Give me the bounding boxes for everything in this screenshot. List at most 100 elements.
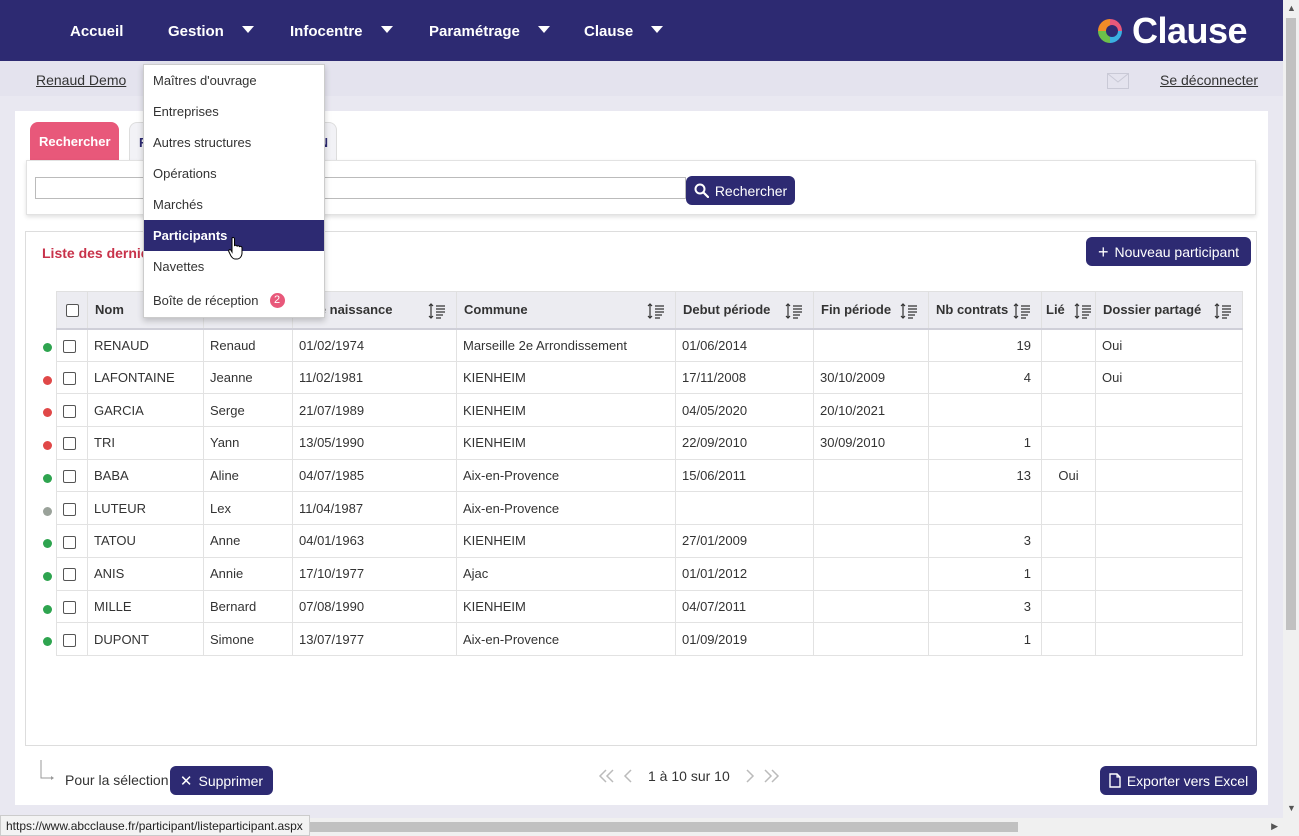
nav-clause[interactable]: Clause xyxy=(584,0,664,61)
nav-accueil[interactable]: Accueil xyxy=(70,0,123,61)
horizontal-scrollbar[interactable]: ▶ xyxy=(310,818,1283,836)
previous-page-icon[interactable] xyxy=(622,768,634,784)
table-row[interactable]: RENAUD Renaud 01/02/1974 Marseille 2e Arron… xyxy=(56,327,1243,362)
cell-naissance: 13/07/1977 xyxy=(292,622,457,656)
search-button[interactable]: Rechercher xyxy=(686,176,795,205)
scroll-right-icon[interactable]: ▶ xyxy=(1271,821,1278,832)
cell-nom: MILLE xyxy=(87,589,204,624)
cell-debut: 15/06/2011 xyxy=(675,458,814,493)
user-profile-link[interactable]: Renaud Demo xyxy=(36,72,126,88)
sort-icon[interactable] xyxy=(1074,302,1092,323)
col-header-dossier[interactable]: Dossier partagé xyxy=(1095,291,1243,329)
tab-rechercher[interactable]: Rechercher xyxy=(30,122,119,161)
cell-lie xyxy=(1041,360,1096,395)
mail-icon[interactable] xyxy=(1107,73,1129,89)
nav-gestion[interactable]: Gestion xyxy=(168,0,254,61)
pager-text: 1 à 10 sur 10 xyxy=(648,768,730,784)
cell-prenom: Jeanne xyxy=(203,360,293,395)
table-row[interactable]: TRI Yann 13/05/1990 KIENHEIM 22/09/2010 30/09… xyxy=(56,426,1243,460)
clause-logo[interactable]: Clause xyxy=(1094,10,1248,51)
cell-nb: 3 xyxy=(928,589,1042,624)
menu-item-boite-reception[interactable]: Boîte de réception 2 xyxy=(144,285,324,316)
cell-nb: 1 xyxy=(928,556,1042,591)
close-icon: ✕ xyxy=(179,772,193,790)
col-header-commune[interactable]: Commune xyxy=(456,291,676,329)
row-select-cell xyxy=(56,426,88,460)
row-checkbox[interactable] xyxy=(63,437,76,451)
cell-dossier xyxy=(1095,556,1243,591)
table-row[interactable]: GARCIA Serge 21/07/1989 KIENHEIM 04/05/2020 2… xyxy=(56,393,1243,428)
cell-lie xyxy=(1041,426,1096,460)
menu-item-maitres-ouvrage[interactable]: Maîtres d'ouvrage xyxy=(144,65,324,96)
column-label: Nb contrats xyxy=(936,302,1009,318)
new-participant-button[interactable]: + Nouveau participant xyxy=(1086,237,1251,266)
cell-nb: 3 xyxy=(928,524,1042,558)
vertical-scrollbar-thumb[interactable] xyxy=(1286,18,1296,630)
row-checkbox[interactable] xyxy=(63,470,76,484)
gestion-dropdown-menu: Maîtres d'ouvrage Entreprises Autres str… xyxy=(143,64,325,318)
sort-icon[interactable] xyxy=(785,302,803,323)
menu-item-marches[interactable]: Marchés xyxy=(144,189,324,220)
col-header-nb-contrats[interactable]: Nb contrats xyxy=(928,291,1042,329)
row-checkbox[interactable] xyxy=(63,535,76,549)
caret-down-icon xyxy=(651,25,664,33)
menu-item-label: Entreprises xyxy=(153,104,219,119)
row-checkbox[interactable] xyxy=(63,339,76,353)
table-row[interactable]: LUTEUR Lex 11/04/1987 Aix-en-Provence xyxy=(56,491,1243,526)
plus-icon: + xyxy=(1097,241,1109,262)
cell-nom: TRI xyxy=(87,426,204,460)
menu-item-autres-structures[interactable]: Autres structures xyxy=(144,127,324,158)
clause-logo-icon xyxy=(1098,19,1122,43)
status-dot xyxy=(43,571,52,581)
logo-text: Clause xyxy=(1132,10,1248,51)
col-header-lie[interactable]: Lié xyxy=(1041,291,1096,329)
next-page-icon[interactable] xyxy=(744,768,756,784)
nav-parametrage[interactable]: Paramétrage xyxy=(429,0,550,61)
sort-icon[interactable] xyxy=(647,302,665,323)
export-excel-button[interactable]: Exporter vers Excel xyxy=(1100,766,1257,795)
cell-fin: 30/09/2010 xyxy=(813,426,929,460)
cell-dossier xyxy=(1095,622,1243,656)
vertical-scrollbar[interactable]: ▲ ▼ xyxy=(1283,0,1299,836)
menu-item-operations[interactable]: Opérations xyxy=(144,158,324,189)
row-checkbox[interactable] xyxy=(63,372,76,386)
select-all-checkbox[interactable] xyxy=(66,304,79,318)
col-header-fin[interactable]: Fin période xyxy=(813,291,929,329)
nav-infocentre[interactable]: Infocentre xyxy=(290,0,393,61)
scroll-down-icon[interactable]: ▼ xyxy=(1287,803,1296,813)
search-input[interactable] xyxy=(35,177,686,199)
last-page-icon[interactable] xyxy=(762,768,780,784)
export-excel-label: Exporter vers Excel xyxy=(1126,772,1249,789)
first-page-icon[interactable] xyxy=(598,768,616,784)
cell-nom: LAFONTAINE xyxy=(87,360,204,395)
table-row[interactable]: ANIS Annie 17/10/1977 Ajac 01/01/2012 1 xyxy=(56,556,1243,591)
row-checkbox[interactable] xyxy=(63,568,76,582)
table-row[interactable]: LAFONTAINE Jeanne 11/02/1981 KIENHEIM 17/11/… xyxy=(56,360,1243,395)
menu-item-entreprises[interactable]: Entreprises xyxy=(144,96,324,127)
status-dot xyxy=(43,375,52,385)
table-row[interactable]: TATOU Anne 04/01/1963 KIENHEIM 27/01/2009 3 xyxy=(56,524,1243,558)
table-row[interactable]: DUPONT Simone 13/07/1977 Aix-en-Provence 01/… xyxy=(56,622,1243,656)
sort-icon[interactable] xyxy=(1214,302,1232,323)
sort-icon[interactable] xyxy=(900,302,918,323)
col-header-debut[interactable]: Debut période xyxy=(675,291,814,329)
row-select-cell xyxy=(56,524,88,558)
cell-nom: LUTEUR xyxy=(87,491,204,526)
row-checkbox[interactable] xyxy=(63,633,76,647)
logout-link[interactable]: Se déconnecter xyxy=(1160,72,1258,88)
sort-icon[interactable] xyxy=(428,302,446,323)
row-checkbox[interactable] xyxy=(63,502,76,516)
row-checkbox[interactable] xyxy=(63,404,76,418)
delete-button[interactable]: ✕ Supprimer xyxy=(170,766,273,795)
sort-icon[interactable] xyxy=(1013,302,1031,323)
table-row[interactable]: BABA Aline 04/07/1985 Aix-en-Provence 15/06/… xyxy=(56,458,1243,493)
scroll-up-icon[interactable]: ▲ xyxy=(1287,3,1296,13)
top-navbar: Accueil Gestion Infocentre Paramétrage C… xyxy=(0,0,1283,61)
cell-fin xyxy=(813,491,929,526)
horizontal-scrollbar-thumb[interactable] xyxy=(310,822,1018,832)
table-row[interactable]: MILLE Bernard 07/08/1990 KIENHEIM 04/07/2011… xyxy=(56,589,1243,624)
row-select-cell xyxy=(56,491,88,526)
status-dot xyxy=(43,343,52,352)
row-checkbox[interactable] xyxy=(63,600,76,614)
cell-commune: KIENHEIM xyxy=(456,524,676,558)
